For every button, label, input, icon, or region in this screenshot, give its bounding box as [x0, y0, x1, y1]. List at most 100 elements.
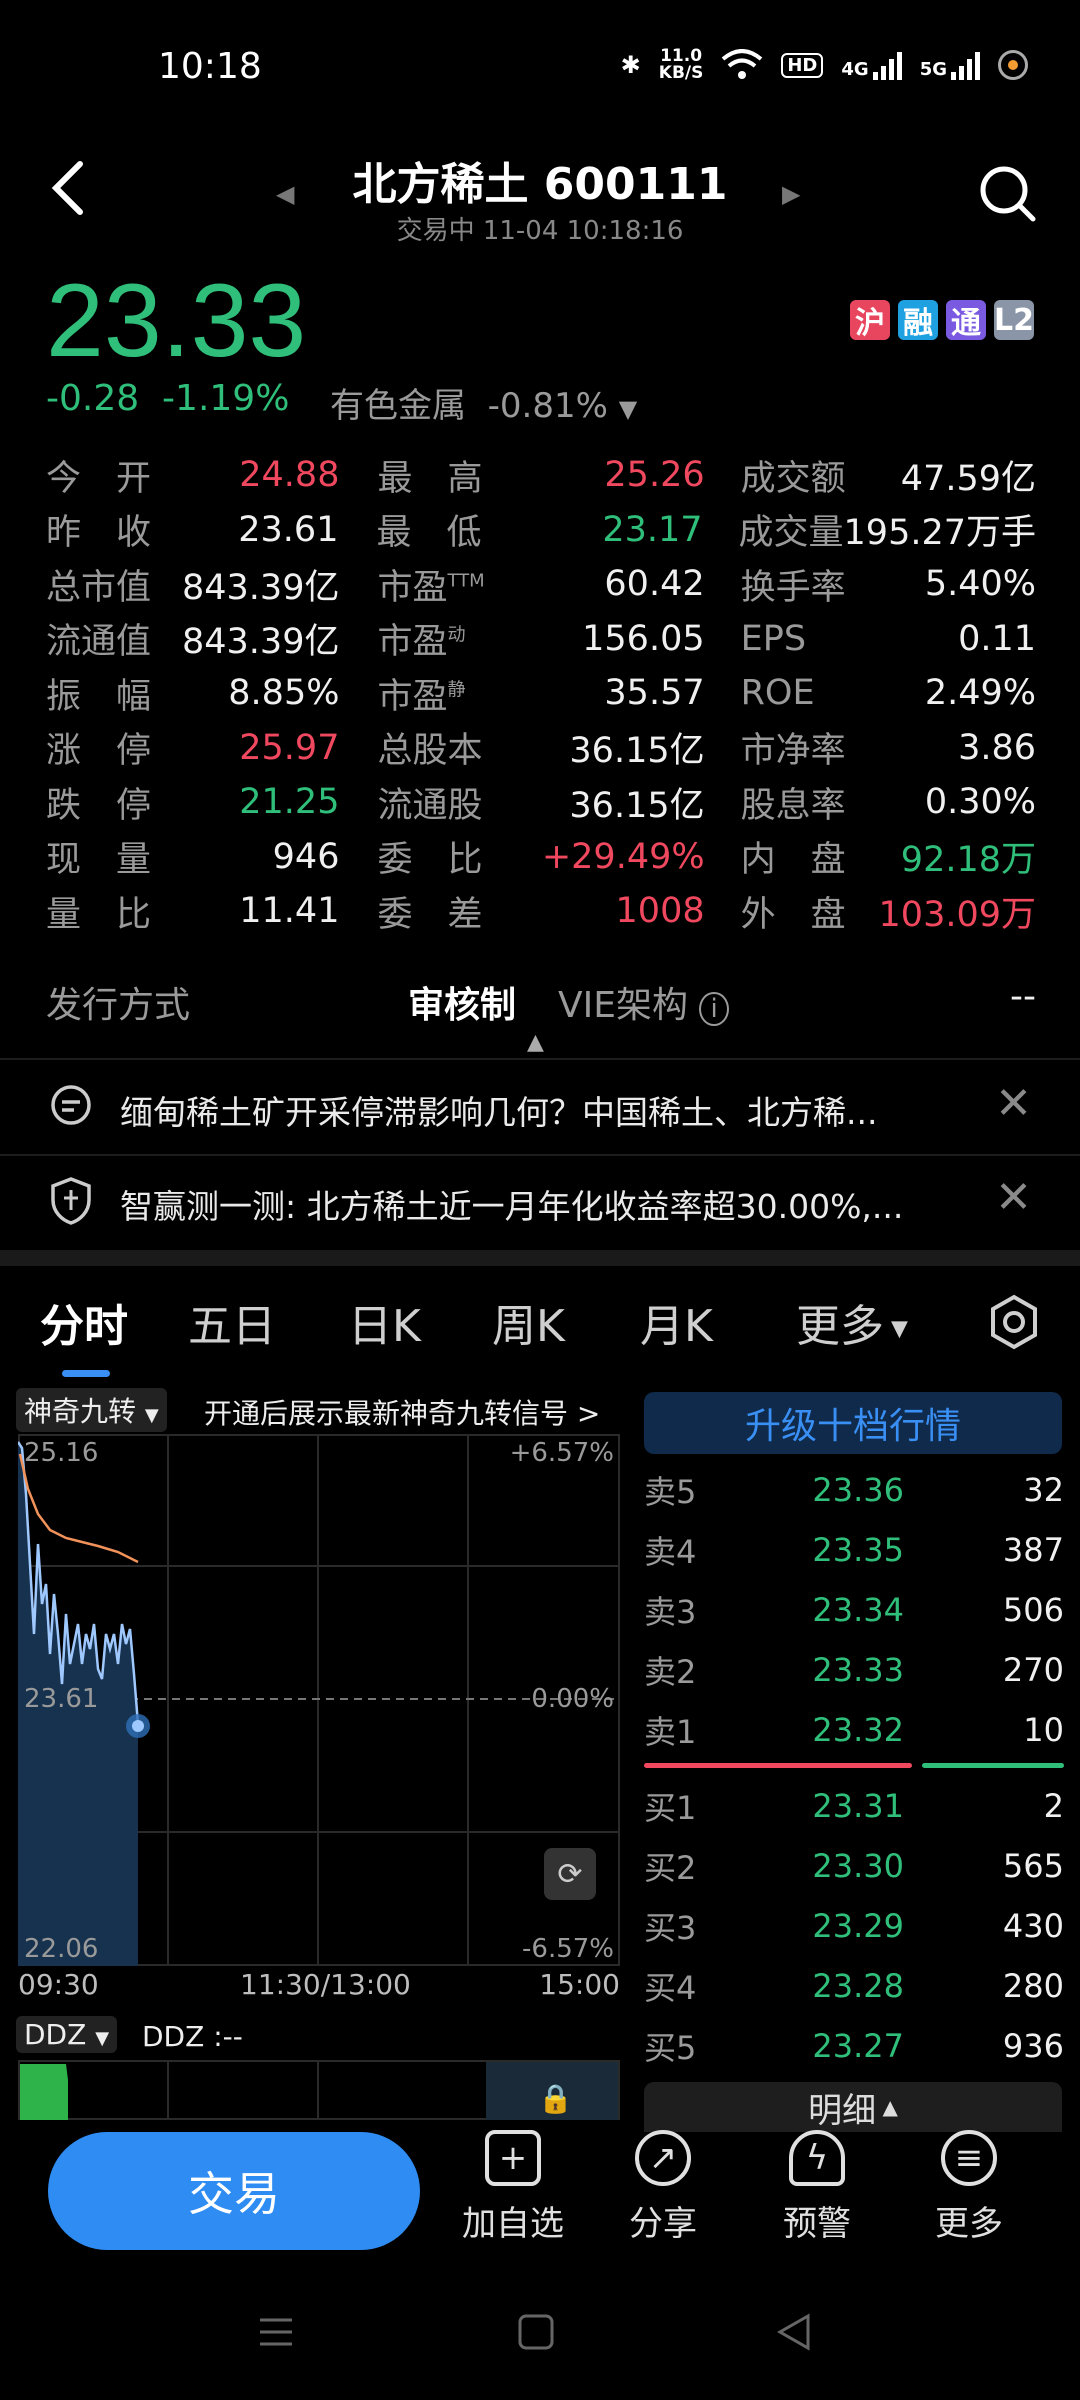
- order-volume: 565: [1002, 1847, 1064, 1885]
- order-level: 卖2: [644, 1653, 697, 1691]
- trade-button[interactable]: 交易: [48, 2132, 420, 2250]
- sub-indicator-selector[interactable]: DDZ ▼: [16, 2016, 118, 2053]
- stock-title: 北方稀土 600111: [352, 159, 728, 210]
- order-volume: 936: [1002, 2027, 1064, 2065]
- market-tag: L2: [994, 300, 1034, 340]
- stat-cell: ROE 2.49%: [741, 673, 1036, 713]
- stat-label: 成交额: [740, 458, 846, 499]
- market-tag: 通: [946, 300, 986, 341]
- stat-cell: 量 比 11.41: [46, 886, 339, 937]
- stat-value: 0.30%: [924, 782, 1036, 823]
- stats-row: 量 比 11.41 委 差 1008 外 盘 103.09万: [46, 884, 1036, 939]
- ask-row[interactable]: 卖5 23.36 32: [644, 1460, 1064, 1520]
- upgrade-level10-button[interactable]: 升级十档行情: [644, 1392, 1062, 1454]
- bid-row[interactable]: 买4 23.28 280: [644, 1956, 1064, 2016]
- indicator-selector[interactable]: 神奇九转 ▼: [16, 1388, 167, 1432]
- stat-cell: 委 比 +29.49%: [377, 831, 704, 882]
- alert-button[interactable]: ϟ 预警: [752, 2130, 882, 2245]
- vie-label[interactable]: VIE架构 i: [558, 976, 729, 1028]
- more-button[interactable]: ≡ 更多: [904, 2130, 1034, 2245]
- collapse-caret-icon[interactable]: ▲: [527, 1030, 544, 1055]
- pct-mid-label: 0.00%: [531, 1684, 614, 1714]
- stat-value: 21.25: [239, 782, 340, 823]
- intraday-chart[interactable]: 25.16 23.61 22.06 +6.57% 0.00% -6.57% ⟳: [16, 1434, 620, 1966]
- market-tag: 沪: [850, 300, 890, 341]
- chat-icon: [51, 1085, 91, 1125]
- order-price: 23.34: [812, 1591, 904, 1629]
- add-watchlist-button[interactable]: + 加自选: [448, 2130, 578, 2245]
- stat-value: 25.26: [604, 455, 705, 496]
- ask-row[interactable]: 卖2 23.33 270: [644, 1640, 1064, 1700]
- stat-label: 流通值: [46, 622, 152, 663]
- stat-label: 市盈TTM: [377, 567, 485, 608]
- bid-row[interactable]: 买3 23.29 430: [644, 1896, 1064, 1956]
- share-icon: ↗: [635, 2130, 691, 2186]
- stat-value: 0.11: [958, 618, 1036, 659]
- rotate-icon: ⟳: [557, 1856, 583, 1892]
- tab-more[interactable]: 更多 ▼: [796, 1290, 908, 1354]
- y-bottom-label: 22.06: [24, 1934, 99, 1964]
- news-item[interactable]: 智赢测一测: 北方稀土近一月年化收益率超30.00%,... ✕: [0, 1158, 1080, 1248]
- stat-label: 跌 停: [46, 785, 152, 826]
- stat-cell: 股息率 0.30%: [741, 777, 1036, 828]
- tab-minute[interactable]: 分时: [40, 1290, 128, 1354]
- recents-nav-icon[interactable]: [256, 2312, 296, 2352]
- next-stock-button[interactable]: ▶: [782, 180, 800, 208]
- ask-row[interactable]: 卖4 23.35 387: [644, 1520, 1064, 1580]
- stat-label: 市盈动: [377, 622, 466, 663]
- stat-label: 今 开: [46, 458, 152, 499]
- tab-day-k[interactable]: 日K: [348, 1290, 421, 1354]
- order-price: 23.33: [812, 1651, 904, 1689]
- share-button[interactable]: ↗ 分享: [598, 2130, 728, 2245]
- section-divider: [0, 1250, 1080, 1266]
- close-icon[interactable]: ✕: [995, 1172, 1032, 1223]
- order-volume: 270: [1002, 1651, 1064, 1689]
- back-nav-icon[interactable]: [774, 2312, 814, 2352]
- stat-cell: 跌 停 21.25: [46, 777, 339, 828]
- settings-icon[interactable]: [988, 1294, 1040, 1350]
- sector-info[interactable]: 有色金属 -0.81% ▼: [330, 378, 637, 427]
- divider: [0, 1154, 1080, 1156]
- stats-row: 涨 停 25.97 总股本 36.15亿 市净率 3.86: [46, 721, 1036, 776]
- tab-month-k[interactable]: 月K: [640, 1290, 713, 1354]
- indicator-tip[interactable]: 开通后展示最新神奇九转信号 >: [204, 1392, 600, 1432]
- close-icon[interactable]: ✕: [995, 1078, 1032, 1129]
- menu-icon: ≡: [941, 2130, 997, 2186]
- stat-value: 843.39亿: [182, 567, 340, 608]
- bid-row[interactable]: 买1 23.31 2: [644, 1776, 1064, 1836]
- stat-value: 3.86: [958, 727, 1036, 768]
- stat-value: 5.40%: [924, 564, 1036, 605]
- stat-cell: 市净率 3.86: [741, 722, 1036, 773]
- wifi-icon: [722, 49, 763, 79]
- x-label-mid: 11:30/13:00: [240, 1968, 411, 2001]
- bid-row[interactable]: 买5 23.27 936: [644, 2016, 1064, 2076]
- tab-week-k[interactable]: 周K: [492, 1290, 565, 1354]
- stat-label: 总股本: [377, 731, 483, 772]
- stat-cell: 成交量 195.27万手: [739, 504, 1036, 555]
- stat-cell: 市盈TTM 60.42: [377, 559, 704, 610]
- stat-label: 最 高: [377, 458, 483, 499]
- news-item[interactable]: 缅甸稀土矿开采停滞影响几何？中国稀土、北方稀... ✕: [0, 1064, 1080, 1154]
- tab-five-day[interactable]: 五日: [188, 1290, 276, 1354]
- home-nav-icon[interactable]: [516, 2312, 556, 2352]
- order-price: 23.35: [812, 1531, 904, 1569]
- order-price: 23.36: [812, 1471, 904, 1509]
- search-button[interactable]: [978, 164, 1038, 228]
- stat-cell: 流通值 843.39亿: [46, 613, 339, 664]
- news-text: 智赢测一测: 北方稀土近一月年化收益率超30.00%,...: [120, 1187, 904, 1226]
- ask-row[interactable]: 卖1 23.32 10: [644, 1700, 1064, 1760]
- status-icons: ✱ 11.0 KB/S HD 4G 5G: [621, 48, 1028, 82]
- rotate-button[interactable]: ⟳: [544, 1848, 596, 1900]
- stat-cell: 内 盘 92.18万: [741, 831, 1036, 882]
- lock-icon: 🔒: [538, 2082, 573, 2115]
- order-level: 买2: [644, 1849, 697, 1887]
- bid-row[interactable]: 买2 23.30 565: [644, 1836, 1064, 1896]
- stat-label: 外 盘: [740, 894, 846, 935]
- stat-value: 1008: [615, 891, 705, 932]
- stat-value: 156.05: [582, 618, 705, 659]
- order-level: 卖1: [644, 1713, 697, 1751]
- ask-row[interactable]: 卖3 23.34 506: [644, 1580, 1064, 1640]
- bid-ask-ratio-bar: [644, 1760, 1064, 1770]
- stat-cell: 总股本 36.15亿: [377, 722, 704, 773]
- stat-label: 市净率: [740, 731, 846, 772]
